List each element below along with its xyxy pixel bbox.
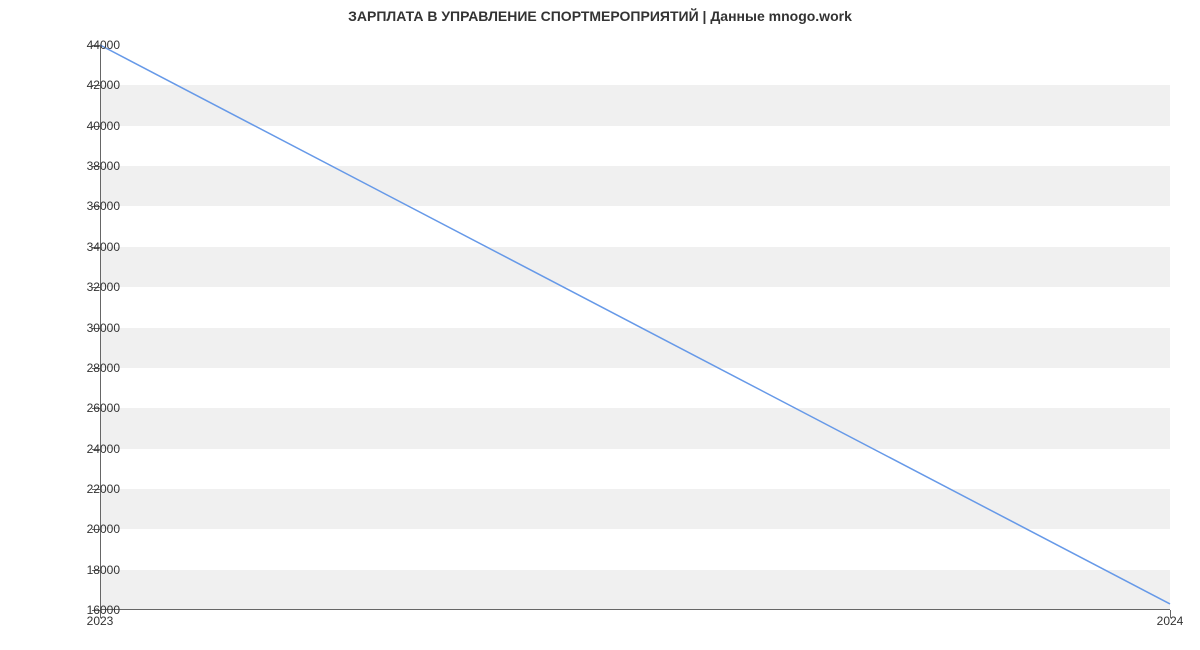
x-tick-label: 2023 — [87, 614, 114, 628]
y-tick-label: 22000 — [87, 482, 120, 496]
y-tick-label: 18000 — [87, 563, 120, 577]
chart-title: ЗАРПЛАТА В УПРАВЛЕНИЕ СПОРТМЕРОПРИЯТИЙ |… — [0, 8, 1200, 24]
y-tick-label: 24000 — [87, 442, 120, 456]
chart-container: ЗАРПЛАТА В УПРАВЛЕНИЕ СПОРТМЕРОПРИЯТИЙ |… — [0, 0, 1200, 650]
y-tick-label: 20000 — [87, 522, 120, 536]
y-tick-label: 28000 — [87, 361, 120, 375]
y-tick-label: 44000 — [87, 38, 120, 52]
plot-area — [100, 45, 1170, 610]
y-tick-label: 42000 — [87, 78, 120, 92]
y-tick-label: 30000 — [87, 321, 120, 335]
y-tick-label: 40000 — [87, 119, 120, 133]
y-tick-label: 38000 — [87, 159, 120, 173]
y-tick-label: 32000 — [87, 280, 120, 294]
x-tick-label: 2024 — [1157, 614, 1184, 628]
y-tick-label: 26000 — [87, 401, 120, 415]
series-line — [100, 45, 1170, 604]
line-layer — [100, 45, 1170, 610]
y-tick-label: 34000 — [87, 240, 120, 254]
y-tick-label: 36000 — [87, 199, 120, 213]
